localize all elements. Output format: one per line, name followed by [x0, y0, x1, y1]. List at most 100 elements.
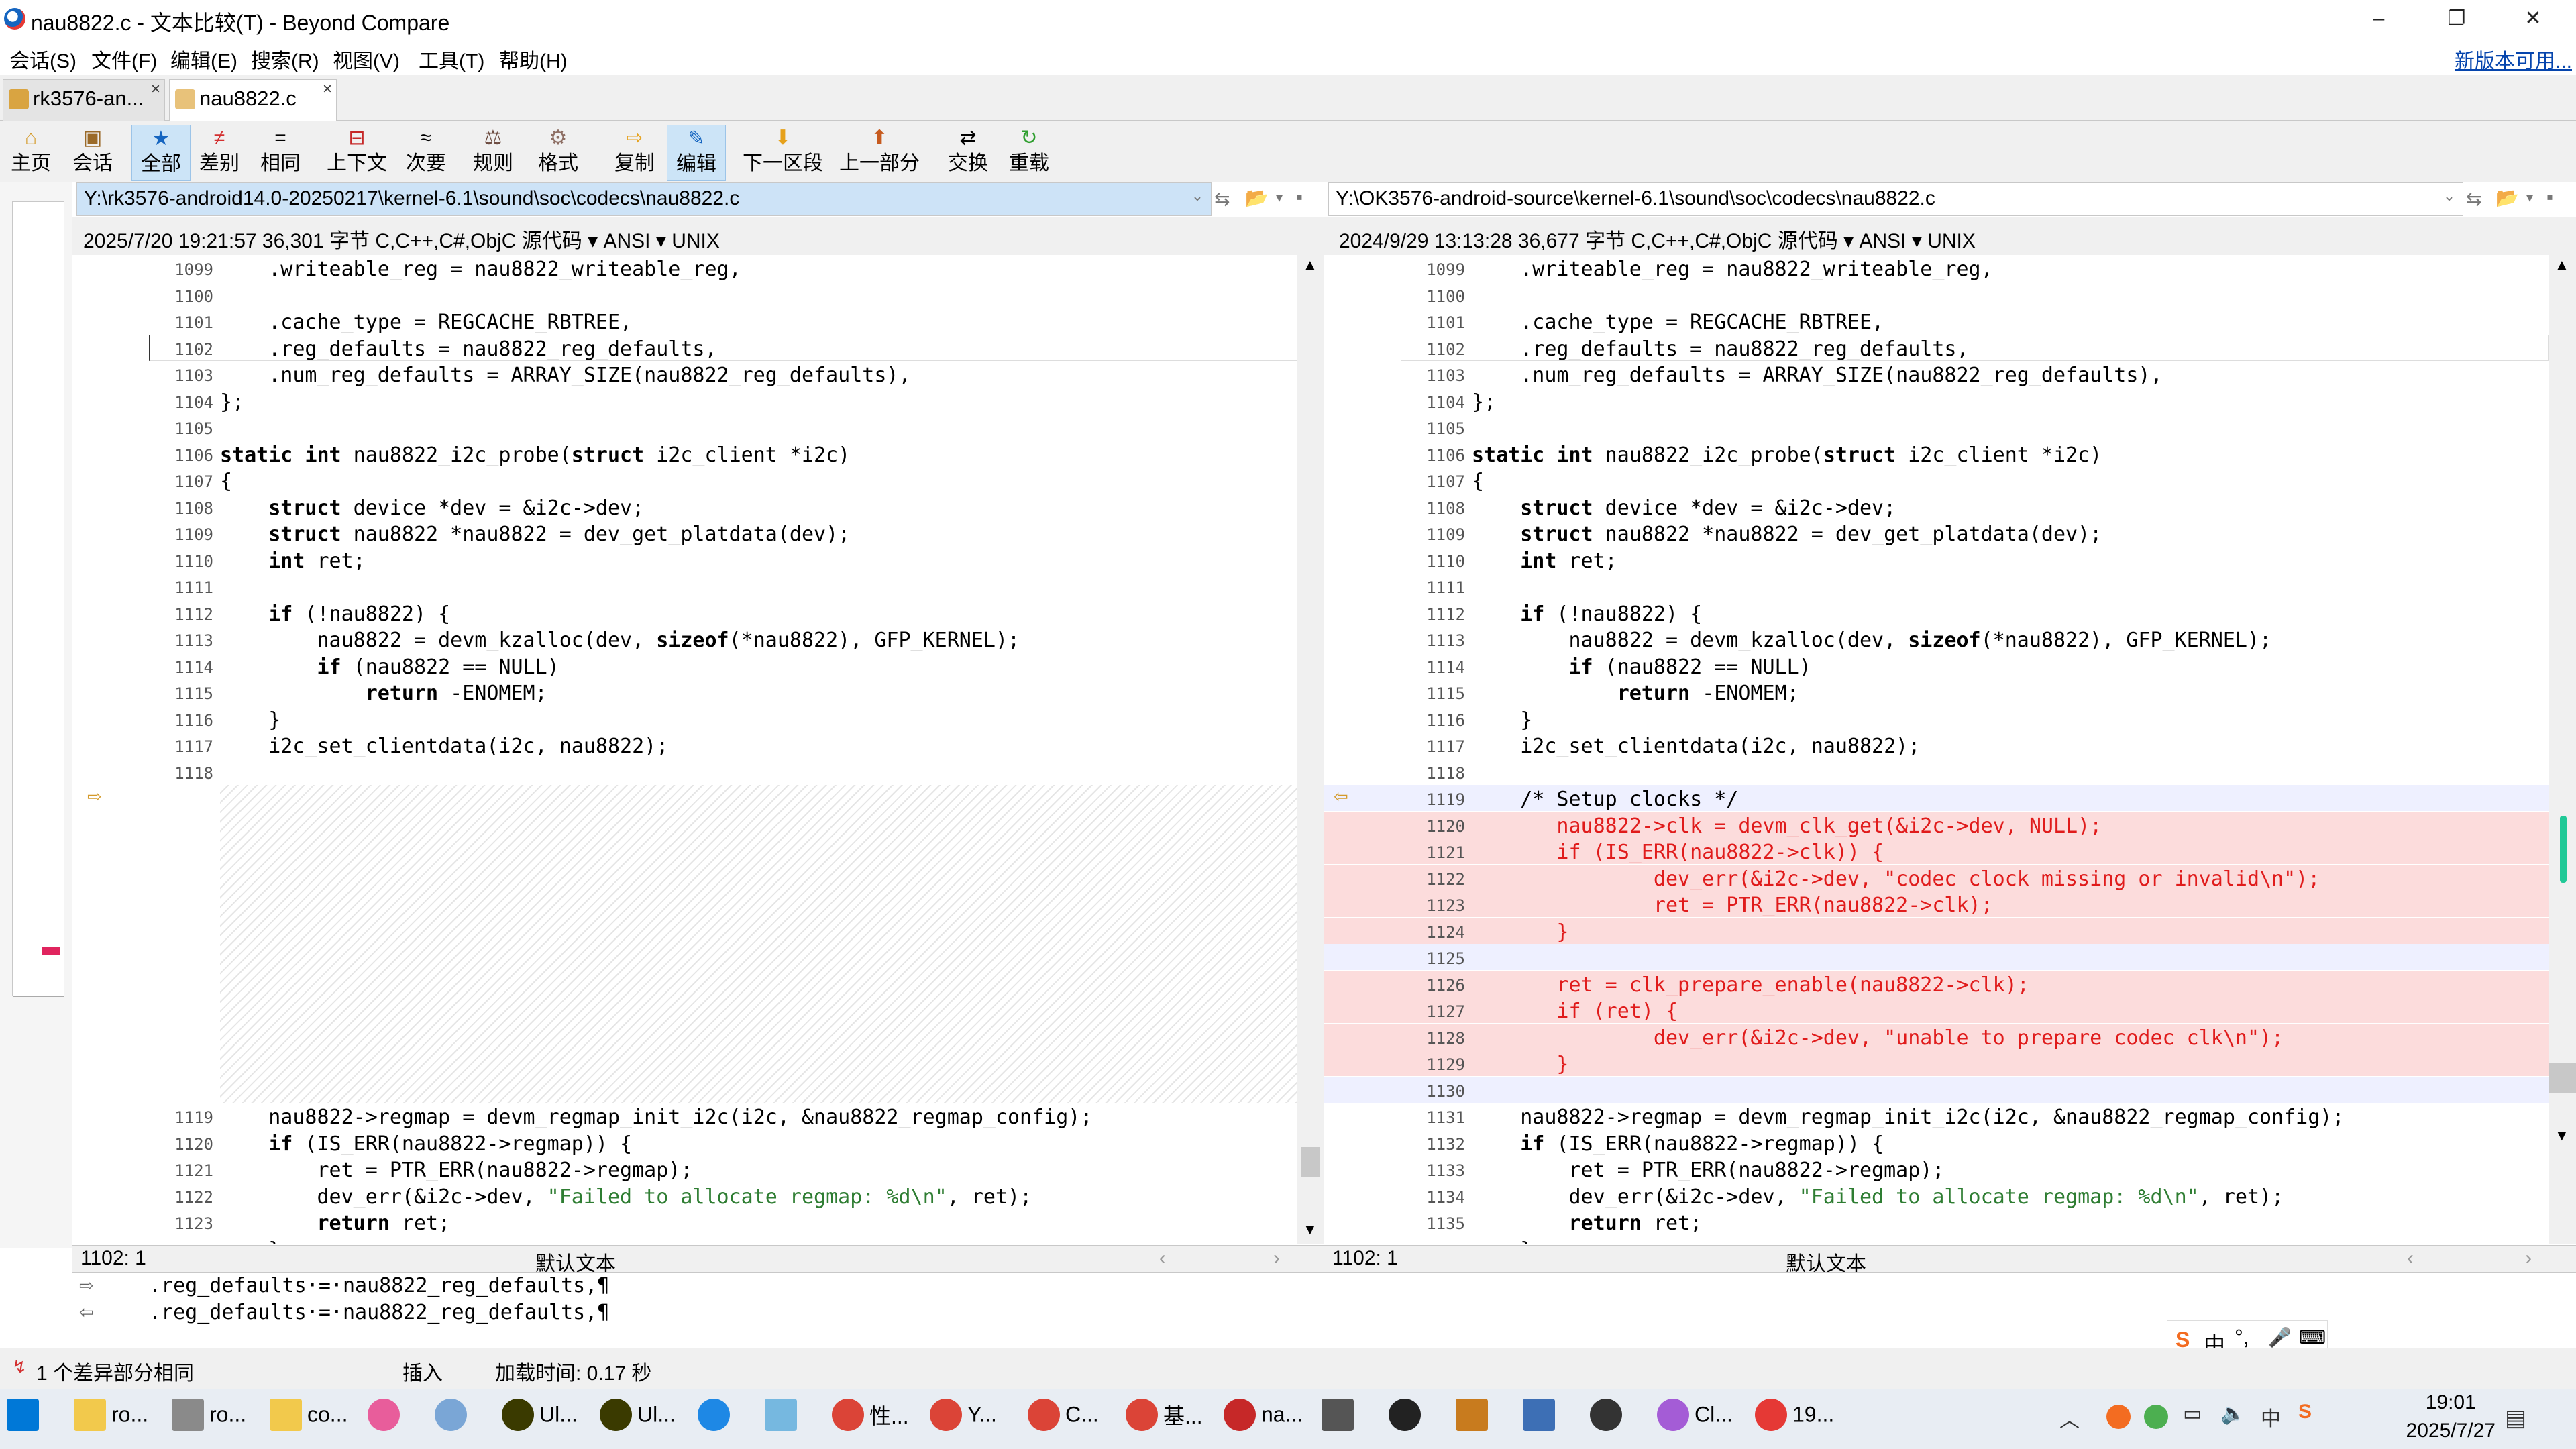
taskbar-clock[interactable]: 19:01 2025/7/27 — [2406, 1389, 2496, 1445]
code-line[interactable]: 1130 — [1324, 1076, 2549, 1103]
taskbar-item[interactable] — [698, 1399, 735, 1443]
left-vertical-scrollbar[interactable]: ▲ ▼ — [1297, 255, 1324, 1244]
history-icon[interactable]: ⇆ — [1214, 188, 1230, 210]
chevron-down-icon[interactable]: ▾ — [2526, 189, 2533, 206]
sogou-tray-icon[interactable]: S — [2298, 1401, 2312, 1424]
code-line[interactable]: 1112 if (!nau8822) { — [1324, 600, 2549, 626]
code-line[interactable]: 1103 .num_reg_defaults = ARRAY_SIZE(nau8… — [72, 361, 1297, 387]
code-line[interactable]: 1117 i2c_set_clientdata(i2c, nau8822); — [72, 732, 1297, 758]
code-line[interactable]: 1129 } — [1324, 1050, 2549, 1076]
menu-view[interactable]: 视图(V) — [333, 44, 400, 74]
diff-arrow-icon[interactable]: ⇨ — [87, 786, 102, 807]
code-line[interactable]: 1099 .writeable_reg = nau8822_writeable_… — [1324, 255, 2549, 281]
taskbar-item[interactable] — [1389, 1399, 1426, 1443]
taskbar-item[interactable]: co... — [270, 1399, 347, 1443]
taskbar-item[interactable]: Cl... — [1657, 1399, 1733, 1443]
minor-button[interactable]: ≈ 次要 — [398, 125, 453, 181]
code-line[interactable]: 1118 — [1324, 759, 2549, 785]
code-line[interactable]: 1131 nau8822->regmap = devm_regmap_init_… — [1324, 1103, 2549, 1129]
scroll-thumb[interactable] — [1301, 1147, 1320, 1177]
code-line[interactable]: 1107 { — [1324, 467, 2549, 493]
notification-icon[interactable]: ▤ — [2505, 1405, 2526, 1432]
tab-folder-session[interactable]: rk3576-an... × — [3, 79, 165, 121]
home-button[interactable]: ⌂ 主页 — [4, 125, 58, 181]
scroll-down-icon[interactable]: ▼ — [1303, 1221, 1318, 1238]
code-line[interactable]: 1124 } — [72, 1236, 1297, 1245]
code-line[interactable]: 1113 nau8822 = devm_kzalloc(dev, sizeof(… — [72, 626, 1297, 652]
taskbar-item[interactable]: 性... — [832, 1399, 909, 1443]
taskbar-item[interactable]: 基... — [1126, 1399, 1203, 1443]
left-code-pane[interactable]: 1099 .writeable_reg = nau8822_writeable_… — [72, 255, 1297, 1244]
code-line[interactable]: 1107 { — [72, 467, 1297, 493]
save-icon[interactable]: ▪ — [1296, 186, 1303, 208]
menu-search[interactable]: 搜索(R) — [251, 44, 319, 74]
close-button[interactable]: ✕ — [2500, 3, 2567, 35]
ime-punct[interactable]: °, — [2235, 1325, 2249, 1350]
code-line[interactable]: 1100 — [72, 282, 1297, 308]
taskbar-item[interactable]: Ul... — [600, 1399, 676, 1443]
code-line[interactable]: 1132 if (IS_ERR(nau8822->regmap)) { — [1324, 1130, 2549, 1156]
code-line[interactable]: 1121 if (IS_ERR(nau8822->clk)) { — [1324, 838, 2549, 864]
minimize-button[interactable]: – — [2345, 3, 2412, 35]
scroll-left-icon[interactable]: ‹ — [1159, 1247, 1166, 1270]
code-line[interactable]: 1099 .writeable_reg = nau8822_writeable_… — [72, 255, 1297, 281]
menu-help[interactable]: 帮助(H) — [499, 44, 568, 74]
code-line[interactable]: 1133 ret = PTR_ERR(nau8822->regmap); — [1324, 1156, 2549, 1182]
diff-arrow-icon[interactable]: ⇦ — [1334, 786, 1348, 807]
code-line[interactable]: 1136 } — [1324, 1236, 2549, 1245]
code-line[interactable]: 1135 return ret; — [1324, 1209, 2549, 1235]
code-line[interactable]: 1103 .num_reg_defaults = ARRAY_SIZE(nau8… — [1324, 361, 2549, 387]
code-line[interactable]: 1128 dev_err(&i2c->dev, "unable to prepa… — [1324, 1023, 2549, 1050]
left-path-box[interactable]: Y:\rk3576-android14.0-20250217\kernel-6.… — [76, 182, 1212, 216]
code-line[interactable]: 1123 ret = PTR_ERR(nau8822->clk); — [1324, 891, 2549, 917]
scroll-left-icon[interactable]: ‹ — [2407, 1247, 2414, 1270]
code-line[interactable]: 1109 struct nau8822 *nau8822 = dev_get_p… — [72, 520, 1297, 546]
taskbar-item[interactable]: ro... — [172, 1399, 246, 1443]
open-folder-icon[interactable]: 📂 — [2496, 186, 2519, 209]
code-line[interactable]: 1116 } — [72, 706, 1297, 732]
code-line[interactable]: 1121 ret = PTR_ERR(nau8822->regmap); — [72, 1156, 1297, 1182]
rules-button[interactable]: ⚖ 规则 — [467, 125, 519, 181]
code-line[interactable]: 1125 — [1324, 944, 2549, 970]
maximize-button[interactable]: ❐ — [2423, 3, 2490, 35]
taskbar-item[interactable] — [1523, 1399, 1560, 1443]
edit-button[interactable]: ✎ 编辑 — [667, 125, 726, 181]
code-line[interactable]: 1120 if (IS_ERR(nau8822->regmap)) { — [72, 1130, 1297, 1156]
tray-expand-icon[interactable]: ︿ — [2059, 1403, 2080, 1433]
viewport-indicator[interactable] — [13, 900, 64, 997]
menu-session[interactable]: 会话(S) — [9, 44, 76, 74]
taskbar-item[interactable]: ro... — [74, 1399, 148, 1443]
scroll-thumb[interactable] — [2549, 1063, 2576, 1093]
code-line[interactable]: 1127 if (ret) { — [1324, 997, 2549, 1023]
show-diffs-button[interactable]: ≠ 差别 — [193, 125, 246, 181]
taskbar-item[interactable] — [1322, 1399, 1359, 1443]
scroll-down-icon[interactable]: ▼ — [2555, 1127, 2569, 1144]
ime-indicator-icon[interactable]: 中 — [2261, 1402, 2281, 1432]
code-line[interactable]: 1123 return ret; — [72, 1209, 1297, 1235]
code-line[interactable]: 1111 — [1324, 573, 2549, 599]
code-line[interactable]: 1115 return -ENOMEM; — [1324, 679, 2549, 705]
save-icon[interactable]: ▪ — [2546, 186, 2553, 208]
next-section-button[interactable]: ⬇ 下一区段 — [739, 125, 826, 181]
taskbar-item[interactable]: C... — [1028, 1399, 1099, 1443]
code-line[interactable]: 1112 if (!nau8822) { — [72, 600, 1297, 626]
taskbar-item[interactable]: Ul... — [502, 1399, 578, 1443]
code-line[interactable]: 1105 — [72, 414, 1297, 440]
close-tab-icon[interactable]: × — [151, 80, 160, 99]
scroll-right-icon[interactable]: › — [2525, 1247, 2532, 1270]
chevron-down-icon[interactable]: ⌄ — [1184, 187, 1211, 205]
taskbar-item[interactable]: na... — [1224, 1399, 1303, 1443]
code-line[interactable]: 1114 if (nau8822 == NULL) — [72, 653, 1297, 679]
menu-file[interactable]: 文件(F) — [91, 44, 157, 74]
code-line[interactable]: 1120 nau8822->clk = devm_clk_get(&i2c->d… — [1324, 811, 2549, 838]
taskbar-item[interactable] — [368, 1399, 405, 1443]
chevron-down-icon[interactable]: ▾ — [1276, 189, 1283, 206]
code-line[interactable]: 1111 — [72, 573, 1297, 599]
code-line[interactable]: 1122 dev_err(&i2c->dev, "codec clock mis… — [1324, 864, 2549, 891]
taskbar-item[interactable]: 19... — [1755, 1399, 1834, 1443]
format-button[interactable]: ⚙ 格式 — [526, 125, 590, 181]
menu-edit[interactable]: 编辑(E) — [170, 44, 237, 74]
code-line[interactable]: 1108 struct device *dev = &i2c->dev; — [72, 494, 1297, 520]
taskbar-item[interactable] — [1590, 1399, 1627, 1443]
tab-nau8822[interactable]: nau8822.c × — [169, 79, 337, 121]
